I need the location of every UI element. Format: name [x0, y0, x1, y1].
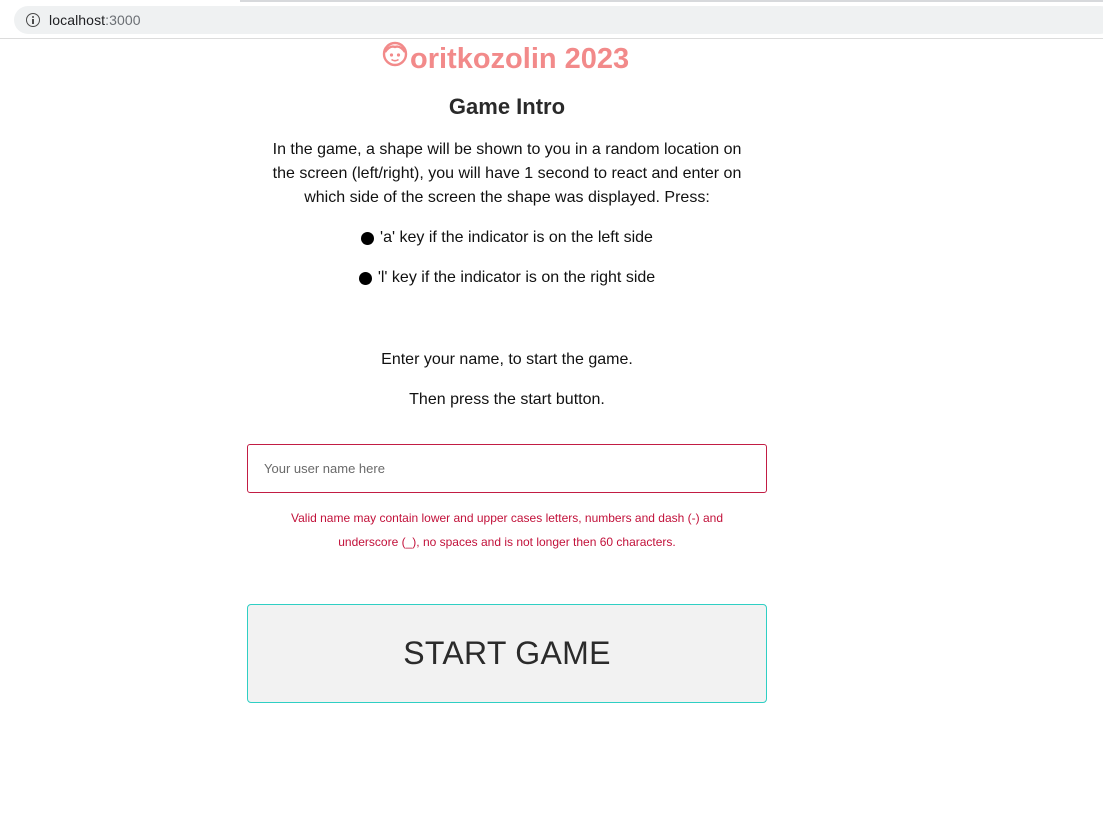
brand-text: oritkozolin 2023 — [410, 42, 630, 75]
tab-strip — [240, 0, 1103, 2]
page-title: Game Intro — [448, 94, 566, 119]
name-instruction: Enter your name, to start the game. — [381, 351, 633, 368]
start-instruction: Then press the start button. — [409, 391, 605, 408]
rule-text: 'l' key if the indicator is on the right… — [377, 269, 656, 286]
address-bar[interactable]: localhost:3000 — [14, 6, 1103, 34]
list-item: 'l' key if the indicator is on the right… — [247, 266, 767, 290]
game-description: In the game, a shape will be shown to yo… — [272, 141, 742, 206]
face-icon — [382, 41, 408, 67]
list-item: 'a' key if the indicator is on the left … — [247, 226, 767, 250]
brand-logo: oritkozolin 2023 — [382, 40, 629, 78]
browser-toolbar: localhost:3000 — [0, 0, 1103, 39]
username-input[interactable] — [247, 444, 767, 493]
bullet-icon — [358, 271, 372, 285]
start-game-button[interactable]: START GAME — [247, 604, 767, 703]
bullet-icon — [361, 231, 375, 245]
key-rules-list: 'a' key if the indicator is on the left … — [247, 226, 767, 290]
site-info-icon[interactable] — [26, 13, 40, 27]
game-intro-panel: Game Intro In the game, a shape will be … — [247, 90, 767, 703]
validation-message: Valid name may contain lower and upper c… — [290, 511, 723, 549]
rule-text: 'a' key if the indicator is on the left … — [380, 229, 653, 246]
url-text[interactable]: localhost:3000 — [49, 12, 141, 28]
